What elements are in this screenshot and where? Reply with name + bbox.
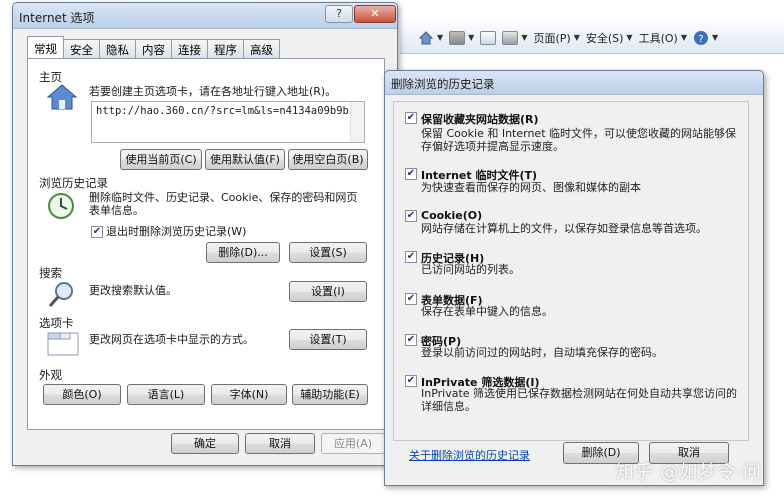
history-settings-button[interactable]: 设置(S) xyxy=(289,242,367,263)
history-checkbox[interactable]: ✔ xyxy=(405,251,417,263)
help-button[interactable]: ? xyxy=(325,5,353,23)
temp-files-desc: 为快速查看而保存的网页、图像和媒体的副本 xyxy=(421,181,641,194)
cookies-title: Cookie(O) xyxy=(421,209,483,222)
use-current-button[interactable]: 使用当前页(C) xyxy=(120,149,202,170)
tabs-settings-button[interactable]: 设置(T) xyxy=(289,329,367,350)
search-desc: 更改搜索默认值。 xyxy=(89,284,177,297)
mail-button[interactable] xyxy=(480,27,497,49)
homepage-url-text: http://hao.360.cn/?src=lm&ls=n4134a09b9b xyxy=(96,105,349,117)
dialog-titlebar: Internet 选项 ? ✕ xyxy=(13,3,397,29)
delete-on-exit-label: 退出时删除浏览历史记录(W) xyxy=(106,225,247,238)
ie-command-bar: ▼ ▼ ▼ 页面(P) ▼ 安全(S) ▼ 工具(O) ▼ ? ▼ xyxy=(400,22,784,54)
form-data-desc: 保存在表单中键入的信息。 xyxy=(421,305,553,318)
safety-menu-label: 安全(S) xyxy=(585,31,624,45)
tab-programs[interactable]: 程序 xyxy=(207,39,244,58)
keep-favorites-desc: 保留 Cookie 和 Internet 临时文件，可以使您收藏的网站能够保存偏… xyxy=(421,127,736,153)
home-icon xyxy=(418,30,434,44)
passwords-checkbox[interactable]: ✔ xyxy=(405,334,417,346)
homepage-url-field[interactable]: http://hao.360.cn/?src=lm&ls=n4134a09b9b xyxy=(91,101,365,143)
internet-options-dialog: Internet 选项 ? ✕ 常规 安全 隐私 内容 连接 程序 高级 主页 … xyxy=(12,2,398,466)
homepage-hint: 若要创建主页选项卡，请在各地址行键入地址(R)。 xyxy=(89,85,337,98)
search-icon xyxy=(48,282,73,307)
cookies-desc: 网站存储在计算机上的文件，以保存如登录信息等首选项。 xyxy=(421,222,707,235)
dialog-title: Internet 选项 xyxy=(19,11,95,25)
form-data-checkbox[interactable]: ✔ xyxy=(405,293,417,305)
delete-on-exit-checkbox[interactable]: ✔ xyxy=(91,226,103,238)
history-desc-2: 已访问网站的列表。 xyxy=(421,263,520,276)
cookies-checkbox[interactable]: ✔ xyxy=(405,210,417,222)
tab-content[interactable]: 内容 xyxy=(135,39,172,58)
accessibility-button[interactable]: 辅助功能(E) xyxy=(292,384,368,405)
print-button[interactable]: ▼ xyxy=(502,27,527,49)
history-label: 浏览历史记录 xyxy=(39,176,108,190)
history-icon xyxy=(48,193,74,219)
tabs-icon xyxy=(47,332,79,356)
passwords-desc: 登录以前访问过的网站时，自动填充保存的密码。 xyxy=(421,346,663,359)
help-icon: ? xyxy=(693,30,708,45)
delete-dialog-title: 删除浏览的历史记录 xyxy=(391,77,495,91)
feed-icon xyxy=(449,30,466,45)
apply-button[interactable]: 应用(A) xyxy=(321,433,385,454)
help-menu[interactable]: ? ▼ xyxy=(693,27,718,49)
history-desc: 删除临时文件、历史记录、Cookie、保存的密码和网页表单信息。 xyxy=(89,191,358,217)
delete-history-dialog: 删除浏览的历史记录 ✔ 保留收藏夹网站数据(R) 保留 Cookie 和 Int… xyxy=(384,70,764,486)
watermark-text: 知乎 @如梦令·问 xyxy=(615,462,762,483)
cancel-button[interactable]: 取消 xyxy=(245,433,315,454)
page-menu-label: 页面(P) xyxy=(533,31,571,45)
appearance-label: 外观 xyxy=(39,368,62,382)
home-button[interactable]: ▼ xyxy=(418,27,443,49)
search-settings-button[interactable]: 设置(I) xyxy=(289,281,367,302)
tabs-desc: 更改网页在选项卡中显示的方式。 xyxy=(89,333,254,346)
tab-advanced[interactable]: 高级 xyxy=(243,39,280,58)
mail-icon xyxy=(480,30,497,45)
tools-menu-label: 工具(O) xyxy=(638,31,678,45)
house-icon xyxy=(46,84,78,110)
delete-dialog-titlebar: 删除浏览的历史记录 xyxy=(385,71,763,95)
history-delete-button[interactable]: 删除(D)... xyxy=(206,242,280,263)
languages-button[interactable]: 语言(L) xyxy=(127,384,205,405)
tab-strip: 常规 安全 隐私 内容 连接 程序 高级 xyxy=(27,36,280,59)
temp-files-checkbox[interactable]: ✔ xyxy=(405,168,417,180)
colors-button[interactable]: 颜色(O) xyxy=(43,384,121,405)
tab-security[interactable]: 安全 xyxy=(63,39,100,58)
use-default-button[interactable]: 使用默认值(F) xyxy=(205,149,285,170)
safety-menu[interactable]: 安全(S) ▼ xyxy=(586,27,633,49)
inprivate-desc: InPrivate 筛选使用已保存数据检测网站在何处自动共享您访问的详细信息。 xyxy=(421,387,738,413)
tab-general[interactable]: 常规 xyxy=(27,36,64,58)
tab-connections[interactable]: 连接 xyxy=(171,39,208,58)
print-icon xyxy=(502,30,519,45)
fonts-button[interactable]: 字体(N) xyxy=(211,384,287,405)
feeds-button[interactable]: ▼ xyxy=(449,27,474,49)
use-blank-button[interactable]: 使用空白页(B) xyxy=(288,149,368,170)
page-menu[interactable]: 页面(P) ▼ xyxy=(533,27,579,49)
svg-text:?: ? xyxy=(698,34,703,45)
close-button[interactable]: ✕ xyxy=(354,5,396,23)
tab-privacy[interactable]: 隐私 xyxy=(99,39,136,58)
inprivate-checkbox[interactable]: ✔ xyxy=(405,375,417,387)
about-delete-history-link[interactable]: 关于删除浏览的历史记录 xyxy=(409,447,530,463)
keep-favorites-checkbox[interactable]: ✔ xyxy=(405,112,417,124)
keep-favorites-title: 保留收藏夹网站数据(R) xyxy=(421,113,539,126)
ok-button[interactable]: 确定 xyxy=(171,433,239,454)
url-scrollbar[interactable] xyxy=(350,102,364,142)
tools-menu[interactable]: 工具(O) ▼ xyxy=(639,27,687,49)
